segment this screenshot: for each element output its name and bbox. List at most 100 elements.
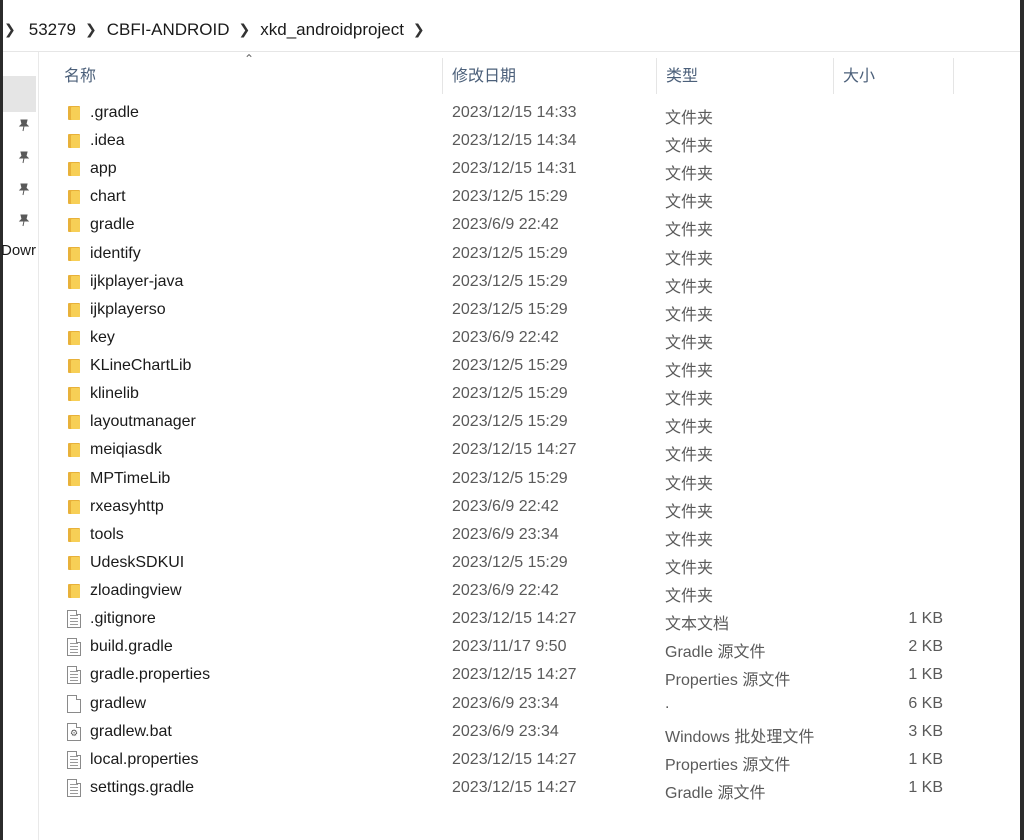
file-row[interactable]: app 2023/12/15 14:31 文件夹 (40, 155, 1020, 183)
column-divider[interactable] (656, 58, 657, 94)
folder-icon (66, 301, 82, 319)
chevron-right-icon[interactable]: ❯ (413, 21, 425, 38)
file-type: Properties 源文件 (665, 672, 791, 690)
file-type: 文件夹 (665, 278, 714, 296)
file-row[interactable]: klinelib 2023/12/5 15:29 文件夹 (40, 380, 1020, 408)
batch-file-icon: ⚙ (66, 722, 82, 741)
file-size: 1 KB (908, 778, 943, 796)
file-name: ijkplayerso (90, 300, 166, 318)
file-modified-date: 2023/6/9 22:42 (452, 497, 559, 515)
file-name: zloadingview (90, 582, 182, 600)
column-header: ⌃ 名称 修改日期 类型 大小 (40, 52, 1020, 96)
column-divider[interactable] (953, 58, 954, 94)
text-file-icon (66, 778, 82, 797)
file-name: meiqiasdk (90, 441, 163, 459)
file-modified-date: 2023/12/15 14:33 (452, 104, 577, 121)
file-row[interactable]: chart 2023/12/5 15:29 文件夹 (40, 183, 1020, 211)
breadcrumb[interactable]: ❯ 53279 ❯ CBFI-ANDROID ❯ xkd_androidproj… (3, 8, 1020, 52)
folder-icon (66, 582, 82, 600)
file-type: 文件夹 (665, 250, 714, 268)
file-row[interactable]: local.properties 2023/12/15 14:27 Properti… (40, 746, 1020, 774)
file-row[interactable]: gradle 2023/6/9 22:42 文件夹 (40, 211, 1020, 239)
file-modified-date: 2023/12/5 15:29 (452, 300, 568, 318)
file-type: 文本文档 (665, 616, 730, 634)
file-type: 文件夹 (665, 166, 714, 184)
file-type: 文件夹 (665, 419, 714, 437)
file-modified-date: 2023/12/15 14:31 (452, 160, 577, 178)
file-modified-date: 2023/6/9 22:42 (452, 216, 559, 234)
column-header-size[interactable]: 大小 (835, 52, 953, 96)
folder-icon (66, 329, 82, 347)
folder-icon (66, 245, 82, 263)
file-type: 文件夹 (665, 559, 714, 577)
file-name: .gitignore (90, 610, 156, 628)
chevron-right-icon[interactable]: ❯ (4, 21, 16, 38)
text-file-icon (66, 610, 82, 629)
file-row[interactable]: meiqiasdk 2023/12/15 14:27 文件夹 (40, 436, 1020, 464)
file-modified-date: 2023/12/5 15:29 (452, 357, 568, 375)
file-type: Windows 批处理文件 (665, 728, 815, 746)
file-name: gradlew.bat (90, 722, 172, 740)
column-header-type[interactable]: 类型 (658, 52, 832, 96)
breadcrumb-item-xkd-androidproject[interactable]: xkd_androidproject (260, 20, 404, 40)
file-name: build.gradle (90, 638, 173, 656)
file-modified-date: 2023/11/17 9:50 (452, 638, 567, 656)
breadcrumb-item-53279[interactable]: 53279 (29, 20, 76, 40)
file-modified-date: 2023/12/15 14:27 (452, 610, 577, 628)
file-row[interactable]: gradlew 2023/6/9 23:34. 6 KB (40, 690, 1020, 718)
folder-icon (66, 160, 82, 178)
file-row[interactable]: settings.gradle 2023/12/15 14:27 Gradle 源文… (40, 774, 1020, 802)
nav-item-downloads[interactable]: Dowr (1, 242, 36, 259)
column-header-date[interactable]: 修改日期 (444, 52, 654, 96)
pin-icon[interactable] (17, 182, 31, 196)
file-name: key (90, 328, 115, 346)
file-name: KLineChartLib (90, 357, 192, 375)
column-divider[interactable] (833, 58, 834, 94)
file-name: layoutmanager (90, 413, 196, 431)
file-name: identify (90, 244, 141, 262)
file-row[interactable]: .gradle 2023/12/15 14:33 文件夹 (40, 99, 1020, 127)
file-modified-date: 2023/12/5 15:29 (452, 272, 568, 290)
column-divider[interactable] (442, 58, 443, 94)
pin-icon[interactable] (17, 150, 31, 164)
file-size: 6 KB (908, 694, 943, 712)
file-name: klinelib (90, 385, 139, 403)
file-modified-date: 2023/6/9 23:34 (452, 722, 559, 740)
file-modified-date: 2023/6/9 23:34 (452, 525, 559, 543)
file-type: 文件夹 (665, 588, 714, 606)
file-row[interactable]: ijkplayer-java 2023/12/5 15:29 文件夹 (40, 268, 1020, 296)
chevron-right-icon[interactable]: ❯ (239, 21, 251, 38)
file-row[interactable]: tools 2023/6/9 23:34 文件夹 (40, 521, 1020, 549)
file-row[interactable]: .gitignore 2023/12/15 14:27 文本文档 1 KB (40, 605, 1020, 633)
file-modified-date: 2023/6/9 22:42 (452, 582, 559, 600)
file-type: 文件夹 (665, 306, 714, 324)
column-header-name[interactable]: 名称 (56, 52, 442, 96)
file-row[interactable]: layoutmanager 2023/12/5 15:29 文件夹 (40, 408, 1020, 436)
folder-icon (66, 273, 82, 291)
file-row[interactable]: MPTimeLib 2023/12/5 15:29 文件夹 (40, 465, 1020, 493)
file-row[interactable]: KLineChartLib 2023/12/5 15:29 文件夹 (40, 352, 1020, 380)
breadcrumb-item-cbfi-android[interactable]: CBFI-ANDROID (107, 20, 230, 40)
file-name: rxeasyhttp (90, 497, 164, 515)
file-type: 文件夹 (665, 222, 714, 240)
file-name: chart (90, 188, 126, 206)
file-row[interactable]: identify 2023/12/5 15:29 文件夹 (40, 240, 1020, 268)
file-row[interactable]: zloadingview 2023/6/9 22:42 文件夹 (40, 577, 1020, 605)
file-row[interactable]: key 2023/6/9 22:42 文件夹 (40, 324, 1020, 352)
file-size: 1 KB (908, 750, 943, 768)
file-row[interactable]: build.gradle 2023/11/17 9:50 Gradle 源文件 2 K… (40, 633, 1020, 661)
file-name: .gradle (90, 104, 139, 121)
file-row[interactable]: gradle.properties 2023/12/15 14:27 Propert… (40, 661, 1020, 689)
file-row[interactable]: ijkplayerso 2023/12/5 15:29 文件夹 (40, 296, 1020, 324)
file-row[interactable]: .idea 2023/12/15 14:34 文件夹 (40, 127, 1020, 155)
pin-icon[interactable] (17, 213, 31, 227)
file-row[interactable]: ⚙ gradlew.bat 2023/6/9 23:34 Windows 批处理文件 3… (40, 718, 1020, 746)
file-type: 文件夹 (665, 391, 714, 409)
file-type: 文件夹 (665, 194, 714, 212)
nav-item-selected[interactable] (3, 76, 36, 112)
chevron-right-icon[interactable]: ❯ (85, 21, 97, 38)
file-row[interactable]: rxeasyhttp 2023/6/9 22:42 文件夹 (40, 493, 1020, 521)
folder-icon (66, 441, 82, 459)
file-row[interactable]: UdeskSDKUI 2023/12/5 15:29 文件夹 (40, 549, 1020, 577)
pin-icon[interactable] (17, 118, 31, 132)
